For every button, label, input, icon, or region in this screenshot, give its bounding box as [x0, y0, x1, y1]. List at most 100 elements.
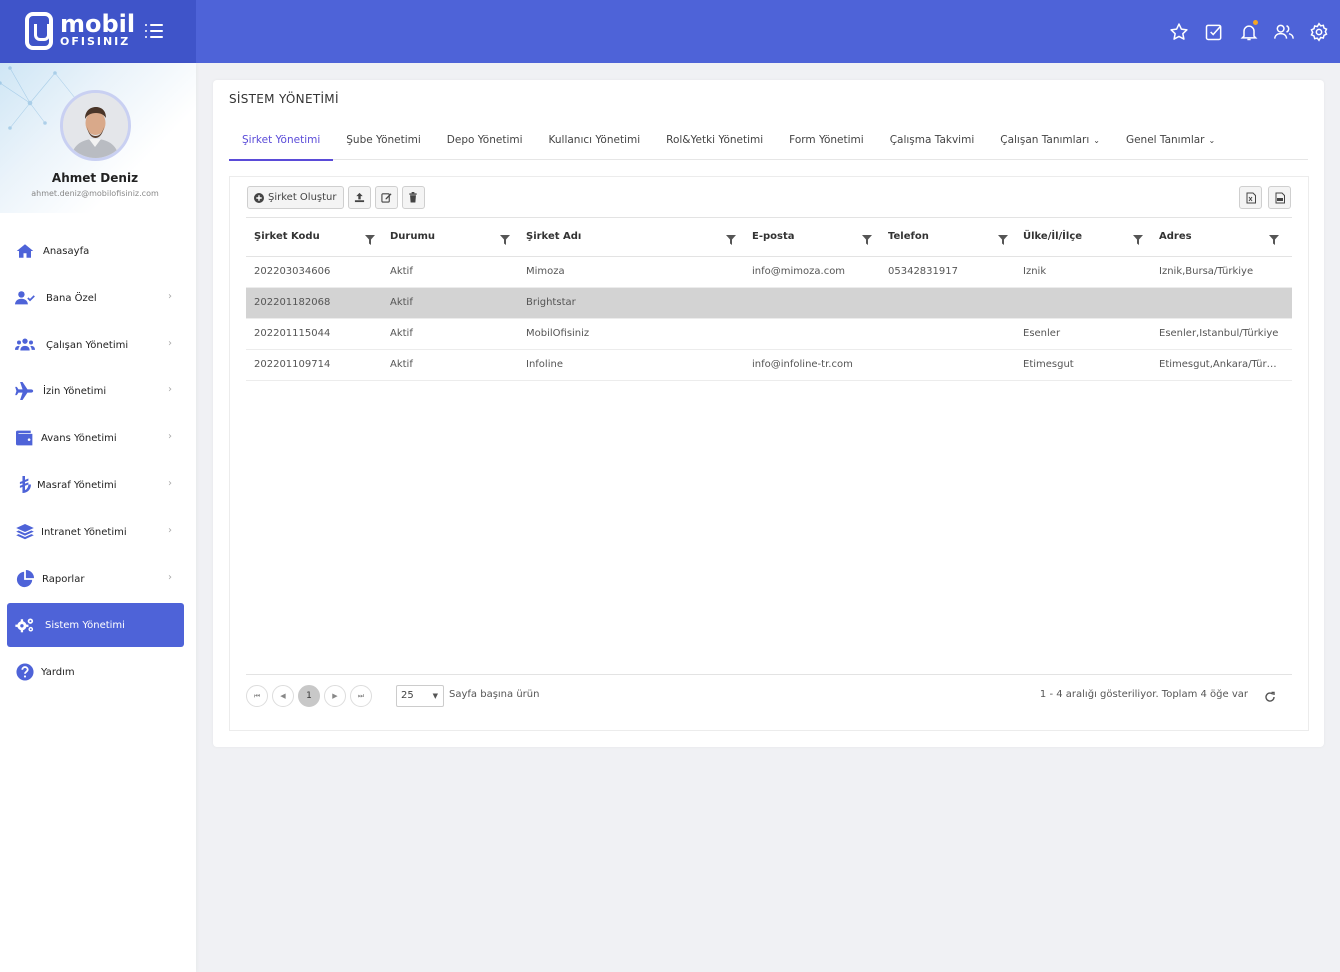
- menu-toggle-icon[interactable]: [145, 23, 163, 39]
- create-company-label: Şirket Oluştur: [268, 192, 337, 203]
- tab-kullanici-yonetimi[interactable]: Kullanıcı Yönetimi: [536, 126, 654, 160]
- filter-icon[interactable]: [365, 230, 375, 245]
- cell-company-name: Mimoza: [526, 266, 565, 277]
- profile-email: ahmet.deniz@mobilofisiniz.com: [31, 189, 159, 198]
- tab-label: Genel Tanımlar: [1125, 134, 1205, 146]
- sidebar-item-label: Anasayfa: [43, 246, 90, 257]
- table-row[interactable]: 202203034606 Aktif Mimoza info@mimoza.co…: [246, 257, 1292, 288]
- table-row[interactable]: 202201182068 Aktif Brightstar: [246, 288, 1292, 319]
- sidebar-item-izin-yonetimi[interactable]: İzin Yönetimi ›: [7, 369, 184, 413]
- excel-export-button[interactable]: [1239, 186, 1262, 209]
- filter-icon[interactable]: [500, 230, 510, 245]
- cell-status: Aktif: [390, 266, 413, 277]
- star-icon[interactable]: [1167, 20, 1190, 43]
- cell-address: Esenler,İstanbul/Türkiye: [1159, 328, 1279, 339]
- last-page-button[interactable]: ⏭: [350, 685, 372, 707]
- pdf-export-button[interactable]: [1268, 186, 1291, 209]
- sidebar-item-label: Avans Yönetimi: [41, 433, 117, 445]
- cell-status: Aktif: [390, 297, 413, 308]
- dropdown-arrow-icon: ▼: [432, 692, 438, 700]
- sidebar-item-label: Masraf Yönetimi: [37, 479, 117, 491]
- gear-icon[interactable]: [1307, 20, 1330, 43]
- sidebar-item-sistem-yonetimi[interactable]: Sistem Yönetimi: [7, 603, 184, 648]
- sidebar-item-masraf-yonetimi[interactable]: Masraf Yönetimi ›: [7, 463, 184, 507]
- next-page-button[interactable]: ▶: [324, 685, 346, 707]
- delete-button[interactable]: [401, 186, 425, 209]
- cell-company-code: 202201109714: [254, 359, 331, 370]
- cell-status: Aktif: [390, 328, 413, 339]
- tab-sube-yonetimi[interactable]: Şube Yönetimi: [333, 126, 434, 160]
- tab-calisan-tanimlari[interactable]: Çalışan Tanımları ⌄: [987, 126, 1113, 160]
- tab-depo-yonetimi[interactable]: Depo Yönetimi: [434, 126, 536, 160]
- sidebar: Ahmet Deniz ahmet.deniz@mobilofisiniz.co…: [0, 63, 196, 972]
- filter-icon[interactable]: [726, 230, 736, 245]
- wallet-icon: [15, 429, 35, 447]
- chevron-down-icon: ⌄: [1093, 136, 1100, 145]
- tab-genel-tanimlar[interactable]: Genel Tanımlar ⌄: [1113, 126, 1228, 160]
- tab-label: Rol&Yetki Yönetimi: [666, 134, 764, 146]
- filter-icon[interactable]: [862, 230, 872, 245]
- column-header[interactable]: Ülke/İl/İlçe: [1023, 231, 1082, 242]
- column-header[interactable]: Adres: [1159, 231, 1192, 242]
- cell-company-name: MobilOfisiniz: [526, 328, 590, 339]
- prev-page-button[interactable]: ◀: [272, 685, 294, 707]
- cell-email: info@mimoza.com: [752, 266, 846, 277]
- column-header[interactable]: Şirket Kodu: [254, 231, 320, 242]
- column-header[interactable]: E-posta: [752, 231, 795, 242]
- checklist-icon[interactable]: [1202, 20, 1225, 43]
- notification-dot: [1253, 20, 1258, 25]
- sidebar-item-yardim[interactable]: Yardım: [7, 650, 184, 694]
- tab-sirket-yonetimi[interactable]: Şirket Yönetimi: [229, 126, 334, 161]
- filter-icon[interactable]: [1133, 230, 1143, 245]
- plane-icon: [15, 382, 35, 401]
- chevron-down-icon: ⌄: [1208, 136, 1216, 145]
- column-header[interactable]: Durumu: [390, 231, 435, 242]
- bell-icon[interactable]: [1237, 20, 1260, 43]
- pager-info: 1 - 4 aralığı gösteriliyor. Toplam 4 öğe…: [1039, 689, 1248, 700]
- tab-calisma-takvimi[interactable]: Çalışma Takvimi: [877, 126, 988, 160]
- cell-location: Esenler: [1023, 328, 1061, 339]
- first-page-button[interactable]: ⏮: [246, 685, 268, 707]
- cell-phone: 05342831917: [888, 266, 958, 277]
- chevron-right-icon: ›: [168, 384, 172, 396]
- brand-area: mobil OFISINIZ: [0, 0, 196, 63]
- page-size-value: 25: [401, 690, 414, 701]
- sidebar-item-calisan-yonetimi[interactable]: Çalışan Yönetimi ›: [7, 323, 184, 367]
- sidebar-item-raporlar[interactable]: Raporlar ›: [7, 557, 184, 601]
- sidebar-item-intranet-yonetimi[interactable]: Intranet Yönetimi ›: [7, 510, 184, 554]
- column-header[interactable]: Şirket Adı: [526, 231, 581, 242]
- lira-icon: [15, 476, 35, 494]
- filter-icon[interactable]: [998, 230, 1008, 245]
- tab-rol-yetki-yonetimi[interactable]: Rol&Yetki Yönetimi: [653, 126, 776, 160]
- users-icon: [15, 336, 35, 354]
- create-company-button[interactable]: Şirket Oluştur: [247, 186, 344, 209]
- tab-label: Şube Yönetimi: [346, 134, 421, 146]
- edit-button[interactable]: [374, 186, 398, 209]
- page-size-label: Sayfa başına ürün: [449, 689, 540, 700]
- sidebar-item-avans-yonetimi[interactable]: Avans Yönetimi ›: [7, 416, 184, 460]
- company-grid: Şirket Oluştur Şirket Kodu Durumu Şirket…: [229, 176, 1309, 731]
- table-header: Şirket Kodu Durumu Şirket Adı E-posta Te…: [246, 217, 1292, 257]
- upload-button[interactable]: [347, 186, 371, 209]
- page-number-button[interactable]: 1: [298, 685, 320, 707]
- chevron-right-icon: ›: [168, 477, 172, 489]
- cell-location: Etimesgut: [1023, 359, 1074, 370]
- sidebar-item-anasayfa[interactable]: Anasayfa: [7, 229, 184, 273]
- cell-company-code: 202203034606: [254, 266, 331, 277]
- tab-label: Kullanıcı Yönetimi: [548, 134, 641, 146]
- table-row[interactable]: 202201109714 Aktif Infoline info@infolin…: [246, 350, 1292, 381]
- logo-text: mobil: [60, 10, 136, 38]
- tab-label: Şirket Yönetimi: [242, 134, 321, 146]
- tab-label: Çalışan Tanımları: [1000, 134, 1090, 146]
- column-header[interactable]: Telefon: [888, 231, 929, 242]
- users-icon[interactable]: [1272, 20, 1295, 43]
- page-size-select[interactable]: 25 ▼: [396, 685, 444, 707]
- table-row[interactable]: 202201115044 Aktif MobilOfisiniz Esenler…: [246, 319, 1292, 350]
- sidebar-item-label: Raporlar: [42, 573, 85, 585]
- company-table: Şirket Kodu Durumu Şirket Adı E-posta Te…: [246, 217, 1292, 381]
- sidebar-item-bana-ozel[interactable]: Bana Özel ›: [7, 276, 184, 320]
- filter-icon[interactable]: [1269, 230, 1279, 245]
- tab-form-yonetimi[interactable]: Form Yönetimi: [776, 126, 877, 160]
- avatar[interactable]: [60, 90, 131, 161]
- refresh-icon[interactable]: [1264, 688, 1278, 702]
